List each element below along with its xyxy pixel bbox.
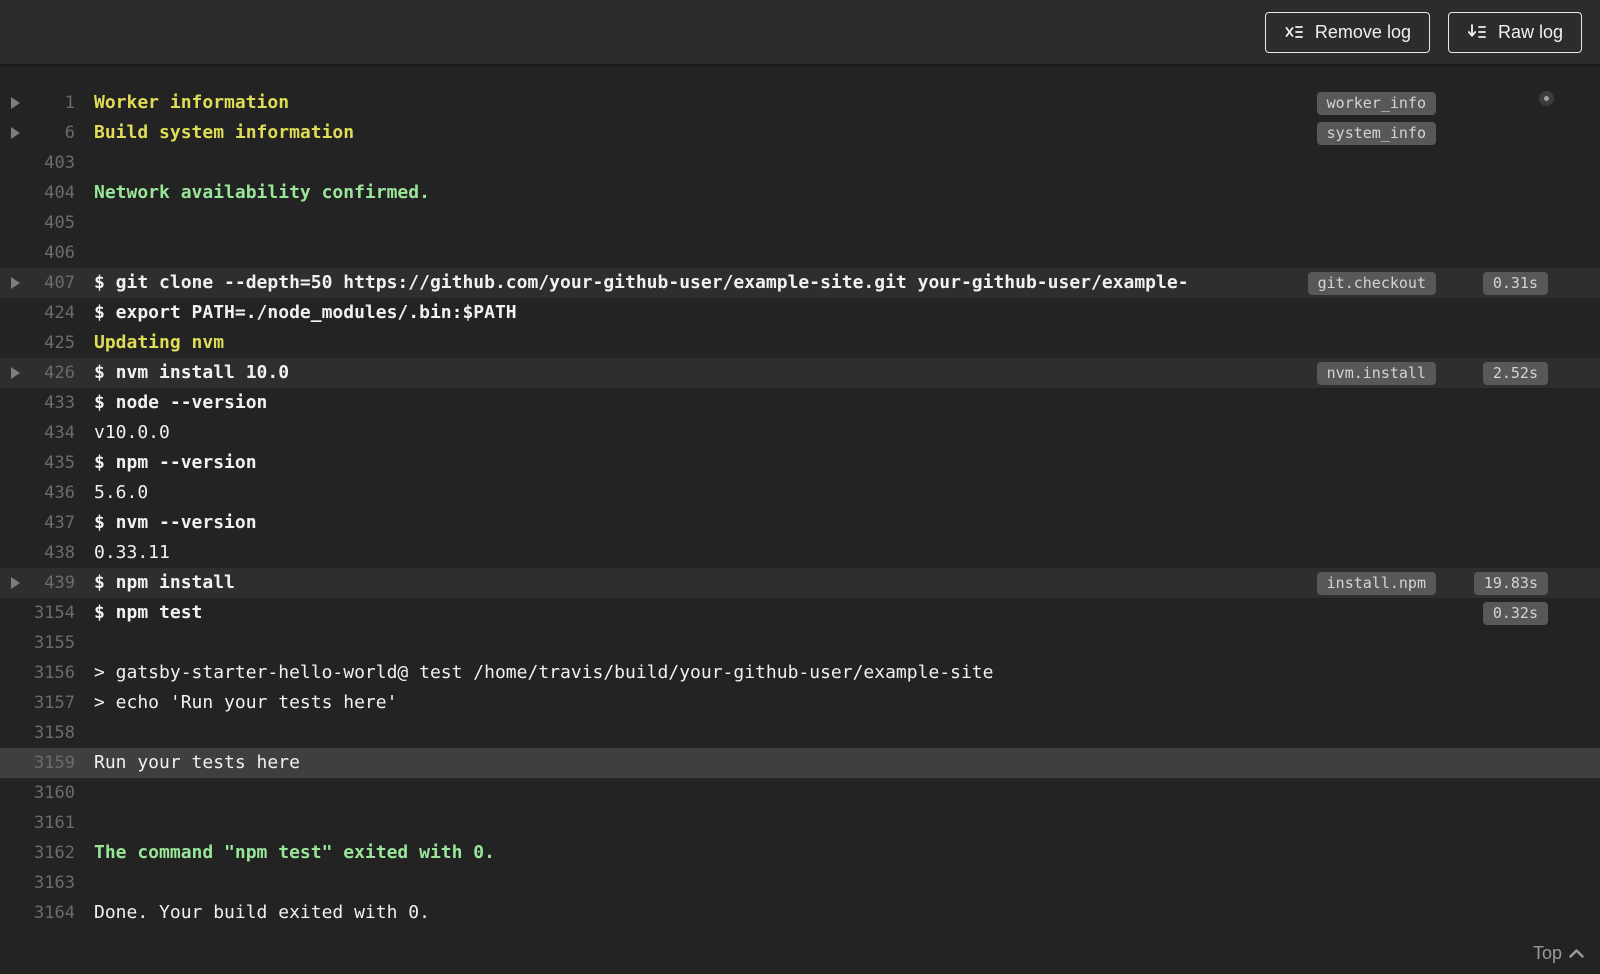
log-line: 439 $ npm install install.npm 19.83s — [0, 568, 1600, 598]
log-line: 3161 — [0, 808, 1600, 838]
log-text: 0.33.11 — [94, 542, 170, 563]
remove-log-label: Remove log — [1314, 21, 1411, 42]
fold-tag-badge: git.checkout — [1307, 272, 1436, 295]
fold-tag-badge: system_info — [1316, 122, 1436, 145]
log-text: > echo 'Run your tests here' — [94, 692, 398, 713]
log-line: 3155 — [0, 628, 1600, 658]
log-text: $ npm install — [94, 572, 235, 593]
line-number[interactable]: 3157 — [0, 688, 75, 718]
line-number[interactable]: 426 — [0, 358, 75, 388]
fold-tag-badge: nvm.install — [1316, 362, 1436, 385]
raw-log-icon — [1467, 22, 1487, 42]
line-number[interactable]: 3155 — [0, 628, 75, 658]
log-text: > gatsby-starter-hello-world@ test /home… — [94, 662, 994, 683]
log-line: 6 Build system information system_info — [0, 118, 1600, 148]
log-line: 437 $ nvm --version — [0, 508, 1600, 538]
log-line: 436 5.6.0 — [0, 478, 1600, 508]
log-text: Updating nvm — [94, 332, 225, 353]
log-line: 406 — [0, 238, 1600, 268]
line-number[interactable]: 405 — [0, 208, 75, 238]
log-line: 1 Worker information worker_info — [0, 88, 1600, 118]
line-number[interactable]: 406 — [0, 238, 75, 268]
duration-badge: 0.31s — [1482, 272, 1548, 295]
line-number[interactable]: 3159 — [0, 748, 75, 778]
log-anchor-dot[interactable] — [1539, 91, 1554, 106]
caret-up-icon — [1569, 949, 1584, 958]
fold-tag-badge: worker_info — [1316, 92, 1436, 115]
log-text: Build system information — [94, 122, 355, 143]
log-line: 438 0.33.11 — [0, 538, 1600, 568]
log-text: v10.0.0 — [94, 422, 170, 443]
log-text: $ npm test — [94, 602, 203, 623]
line-number[interactable]: 435 — [0, 448, 75, 478]
line-number[interactable]: 3162 — [0, 838, 75, 868]
log-text: $ nvm --version — [94, 512, 257, 533]
raw-log-button[interactable]: Raw log — [1447, 11, 1582, 53]
duration-badge: 2.52s — [1482, 362, 1548, 385]
line-number[interactable]: 6 — [0, 118, 75, 148]
log-lines: 1 Worker information worker_info 6 Build sys… — [0, 88, 1600, 928]
line-number[interactable]: 438 — [0, 538, 75, 568]
line-number[interactable]: 3161 — [0, 808, 75, 838]
log-line: 3156 > gatsby-starter-hello-world@ test /… — [0, 658, 1600, 688]
line-number[interactable]: 433 — [0, 388, 75, 418]
raw-log-label: Raw log — [1497, 21, 1563, 42]
log-text: Done. Your build exited with 0. — [94, 902, 430, 923]
line-number[interactable]: 439 — [0, 568, 75, 598]
line-number[interactable]: 3163 — [0, 868, 75, 898]
log-line: 3157 > echo 'Run your tests here' — [0, 688, 1600, 718]
log-line: 3164 Done. Your build exited with 0. — [0, 898, 1600, 928]
log-line: 3162 The command "npm test" exited with 0… — [0, 838, 1600, 868]
line-number[interactable]: 3164 — [0, 898, 75, 928]
line-number[interactable]: 1 — [0, 88, 75, 118]
log-line: 434 v10.0.0 — [0, 418, 1600, 448]
log-line: 426 $ nvm install 10.0 nvm.install 2.52s — [0, 358, 1600, 388]
remove-log-icon — [1284, 22, 1304, 42]
log-text: $ git clone --depth=50 https://github.co… — [94, 272, 1189, 293]
log-toolbar: Remove log Raw log — [0, 0, 1600, 66]
log-text: Worker information — [94, 92, 290, 113]
log-text: Run your tests here — [94, 752, 300, 773]
line-number[interactable]: 437 — [0, 508, 75, 538]
log-line: 3158 — [0, 718, 1600, 748]
log-line: 3154 $ npm test 0.32s — [0, 598, 1600, 628]
log-line: 407 $ git clone --depth=50 https://github… — [0, 268, 1600, 298]
log-text: $ nvm install 10.0 — [94, 362, 290, 383]
log-text: $ npm --version — [94, 452, 257, 473]
scroll-to-top-label: Top — [1532, 943, 1562, 963]
line-number[interactable]: 436 — [0, 478, 75, 508]
log-text: $ export PATH=./node_modules/.bin:$PATH — [94, 302, 517, 323]
log-line: 425 Updating nvm — [0, 328, 1600, 358]
log-text: The command "npm test" exited with 0. — [94, 842, 495, 863]
line-number[interactable]: 3156 — [0, 658, 75, 688]
duration-badge: 19.83s — [1473, 572, 1548, 595]
line-number[interactable]: 434 — [0, 418, 75, 448]
log-line: 433 $ node --version — [0, 388, 1600, 418]
line-number[interactable]: 3160 — [0, 778, 75, 808]
line-number[interactable]: 403 — [0, 148, 75, 178]
log-text: Network availability confirmed. — [94, 182, 430, 203]
duration-badge: 0.32s — [1482, 602, 1548, 625]
remove-log-button[interactable]: Remove log — [1264, 11, 1430, 53]
line-number[interactable]: 407 — [0, 268, 75, 298]
line-number[interactable]: 404 — [0, 178, 75, 208]
log-line: 405 — [0, 208, 1600, 238]
log-line: 435 $ npm --version — [0, 448, 1600, 478]
log-line: 403 — [0, 148, 1600, 178]
scroll-to-top-link[interactable]: Top — [1533, 943, 1584, 964]
log-line: 424 $ export PATH=./node_modules/.bin:$PA… — [0, 298, 1600, 328]
line-number[interactable]: 3154 — [0, 598, 75, 628]
log-line: 404 Network availability confirmed. — [0, 178, 1600, 208]
log-line: 3160 — [0, 778, 1600, 808]
log-line: 3163 — [0, 868, 1600, 898]
line-number[interactable]: 425 — [0, 328, 75, 358]
log-line: 3159 Run your tests here — [0, 748, 1600, 778]
build-log: 1 Worker information worker_info 6 Build sys… — [0, 66, 1600, 938]
log-text: 5.6.0 — [94, 482, 149, 503]
log-text: $ node --version — [94, 392, 268, 413]
line-number[interactable]: 424 — [0, 298, 75, 328]
line-number[interactable]: 3158 — [0, 718, 75, 748]
fold-tag-badge: install.npm — [1316, 572, 1436, 595]
